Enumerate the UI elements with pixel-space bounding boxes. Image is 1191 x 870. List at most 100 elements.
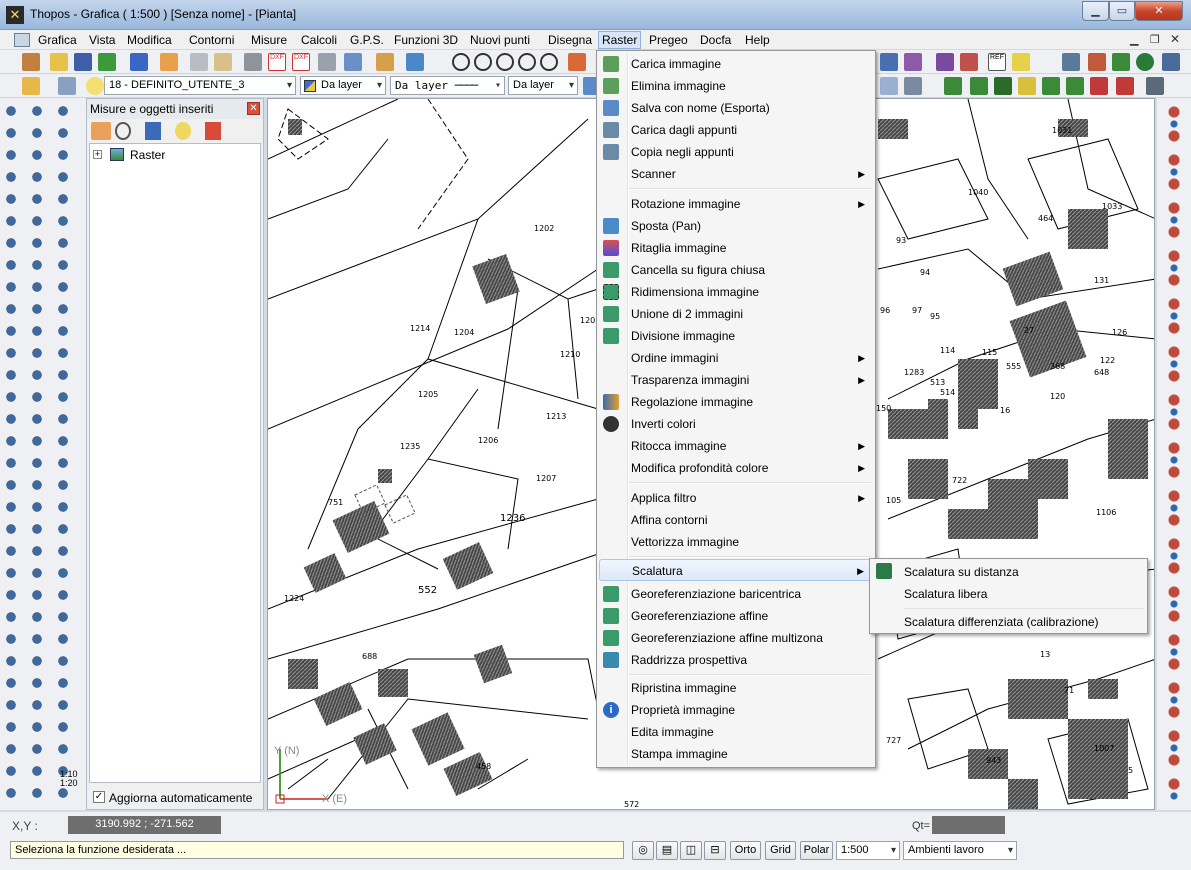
menu-item-carica-immagine[interactable]: Carica immagine [599, 53, 873, 75]
menu-item-ridimensiona-immagine[interactable]: Ridimensiona immagine [599, 281, 873, 303]
panel-close-icon[interactable]: ✕ [247, 102, 260, 115]
brush-icon[interactable] [160, 53, 178, 71]
menu-item-modifica-profondita-colore[interactable]: Modifica profondità colore ▶ [599, 457, 873, 479]
menu-pregeo[interactable]: Pregeo [646, 32, 691, 48]
grid-button[interactable]: Grid [765, 841, 796, 860]
bulb-icon[interactable] [175, 122, 191, 140]
submenu-item-scalatura-differenziata[interactable]: Scalatura differenziata (calibrazione) [904, 613, 1144, 635]
zoom-window-icon[interactable] [474, 53, 492, 71]
menu-item-regolazione-immagine[interactable]: Regolazione immagine [599, 391, 873, 413]
menu-item-affina-contorni[interactable]: Affina contorni [599, 509, 873, 531]
menu-item-scalatura[interactable]: Scalatura ▶ [599, 559, 873, 581]
copy-icon[interactable] [190, 53, 208, 71]
split-vertical-icon[interactable]: ◫ [680, 841, 702, 860]
split-horizontal-icon[interactable]: ⊟ [704, 841, 726, 860]
tool-c-icon[interactable] [960, 53, 978, 71]
menu-disegna[interactable]: Disegna [545, 32, 595, 48]
menu-item-ordine-immagini[interactable]: Ordine immagini ▶ [599, 347, 873, 369]
zoom-in-icon[interactable] [452, 53, 470, 71]
menu-item-elimina-immagine[interactable]: Elimina immagine [599, 75, 873, 97]
lightbulb-icon[interactable] [86, 77, 104, 95]
dxf-export-icon[interactable]: DXF [292, 53, 310, 71]
submenu-item-scalatura-libera[interactable]: Scalatura libera [904, 583, 1144, 605]
menu-item-trasparenza-immagini[interactable]: Trasparenza immagini ▶ [599, 369, 873, 391]
globe-3d-icon[interactable] [1136, 53, 1154, 71]
paste-icon[interactable] [214, 53, 232, 71]
tool-o-icon[interactable] [1116, 77, 1134, 95]
mdi-close-icon[interactable]: ✕ [1170, 32, 1180, 46]
linewidth-select[interactable]: Da layer [508, 76, 578, 95]
menu-item-rotazione-immagine[interactable]: Rotazione immagine ▶ [599, 193, 873, 215]
menu-calcoli[interactable]: Calcoli [298, 32, 340, 48]
layer-select[interactable]: 18 - DEFINITO_UTENTE_3 [104, 76, 296, 95]
menu-item-ripristina-immagine[interactable]: Ripristina immagine [599, 677, 873, 699]
pan-icon[interactable] [568, 53, 586, 71]
tool-l-icon[interactable] [1042, 77, 1060, 95]
menu-gps[interactable]: G.P.S. [347, 32, 387, 48]
tool-p-icon[interactable] [1146, 77, 1164, 95]
menu-item-georeferenziazione-affine[interactable]: Georeferenziazione affine [599, 605, 873, 627]
zoom-all-icon[interactable] [518, 53, 536, 71]
mdi-restore-icon[interactable]: ❐ [1150, 33, 1160, 46]
menu-contorni[interactable]: Contorni [186, 32, 237, 48]
menu-item-copia-negli-appunti[interactable]: Copia negli appunti [599, 141, 873, 163]
zoom-previous-icon[interactable] [540, 53, 558, 71]
menu-item-inverti-colori[interactable]: Inverti colori [599, 413, 873, 435]
menu-item-cancella-su-figura-chiusa[interactable]: Cancella su figura chiusa [599, 259, 873, 281]
menu-item-unione-di-2-immagini[interactable]: Unione di 2 immagini [599, 303, 873, 325]
zoom-out-icon[interactable] [496, 53, 514, 71]
tool-j-icon[interactable] [904, 77, 922, 95]
dxf-import-icon[interactable]: DXF [268, 53, 286, 71]
book-icon[interactable] [936, 53, 954, 71]
menu-item-scanner[interactable]: Scanner ▶ [599, 163, 873, 185]
tool-m-icon[interactable] [1066, 77, 1084, 95]
menu-item-georeferenziazione-baricentrica[interactable]: Georeferenziazione baricentrica [599, 583, 873, 605]
view-image-icon[interactable]: ▤ [656, 841, 678, 860]
minimize-button[interactable]: ▁ [1082, 1, 1109, 21]
tree-icon[interactable] [944, 77, 962, 95]
tool-n-icon[interactable] [1090, 77, 1108, 95]
print-icon[interactable] [244, 53, 262, 71]
auto-update-checkbox[interactable]: ✓ [93, 791, 105, 803]
tool-e-icon[interactable] [1088, 53, 1106, 71]
document-yellow-icon[interactable] [1012, 53, 1030, 71]
menu-item-stampa-immagine[interactable]: Stampa immagine [599, 743, 873, 765]
mdi-minimize-icon[interactable]: ▁ [1130, 33, 1138, 46]
drawing-tools-grid[interactable] [2, 102, 84, 802]
menu-item-salva-con-nome[interactable]: Salva con nome (Esporta) [599, 97, 873, 119]
menu-modifica[interactable]: Modifica [124, 32, 175, 48]
linetype-select[interactable]: Da layer ──── [390, 76, 505, 95]
tool-b-icon[interactable] [904, 53, 922, 71]
menu-item-raddrizza-prospettiva[interactable]: Raddrizza prospettiva [599, 649, 873, 671]
refresh-icon[interactable] [145, 122, 161, 140]
eraser-icon[interactable] [376, 53, 394, 71]
menu-item-divisione-immagine[interactable]: Divisione immagine [599, 325, 873, 347]
edit-icon[interactable] [344, 53, 362, 71]
menu-vista[interactable]: Vista [86, 32, 118, 48]
menu-item-vettorizza-immagine[interactable]: Vettorizza immagine [599, 531, 873, 553]
view-raster-icon[interactable]: ◎ [632, 841, 654, 860]
menu-misure[interactable]: Misure [248, 32, 290, 48]
save-all-icon[interactable] [98, 53, 116, 71]
maximize-button[interactable]: ▭ [1109, 1, 1135, 21]
right-tools-grid[interactable] [1162, 102, 1186, 802]
polar-button[interactable]: Polar [800, 841, 833, 860]
tool-g-icon[interactable] [1162, 53, 1180, 71]
save-icon[interactable] [74, 53, 92, 71]
scale-ratio-icon[interactable]: 1:10 1:20 [60, 770, 78, 788]
tree-c-icon[interactable] [994, 77, 1012, 95]
scale-select[interactable]: 1:500 [836, 841, 900, 860]
menu-grafica[interactable]: Grafica [35, 32, 80, 48]
close-button[interactable]: ✕ [1135, 1, 1183, 21]
folder-icon[interactable] [50, 53, 68, 71]
menu-nuovi-punti[interactable]: Nuovi punti [467, 32, 533, 48]
calculator-icon[interactable] [318, 53, 336, 71]
menu-item-carica-dagli-appunti[interactable]: Carica dagli appunti [599, 119, 873, 141]
menu-item-edita-immagine[interactable]: Edita immagine [599, 721, 873, 743]
menu-docfa[interactable]: Docfa [697, 32, 734, 48]
menu-item-applica-filtro[interactable]: Applica filtro ▶ [599, 487, 873, 509]
tool-a-icon[interactable] [880, 53, 898, 71]
document-icon[interactable] [14, 33, 30, 47]
layers-icon[interactable] [22, 77, 40, 95]
menu-item-proprieta-immagine[interactable]: i Proprietà immagine [599, 699, 873, 721]
